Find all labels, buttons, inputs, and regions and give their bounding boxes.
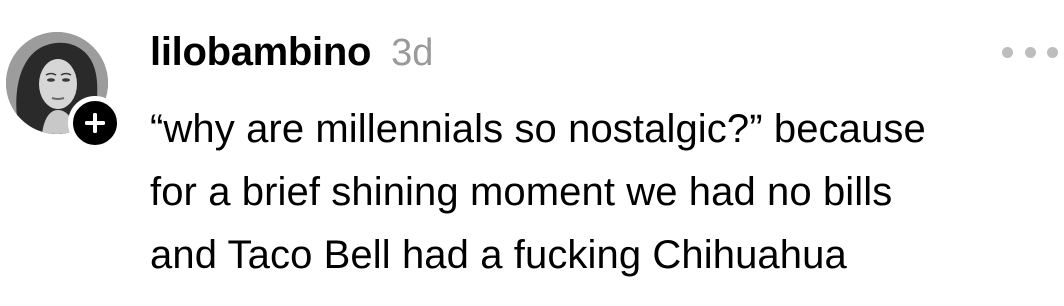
comment-post: lilobambino 3d “why are millennials so n… xyxy=(0,0,1064,306)
comment-line: for a brief shining moment we had no bil… xyxy=(150,170,893,214)
ellipsis-icon-dot-1 xyxy=(1002,46,1013,58)
comment-header: lilobambino 3d xyxy=(150,30,433,80)
username-link[interactable]: lilobambino xyxy=(150,30,371,75)
plus-icon xyxy=(85,113,105,133)
ellipsis-icon-dot-3 xyxy=(1047,46,1058,58)
comment-line: “why are millennials so nostalgic?” beca… xyxy=(150,107,926,151)
follow-button[interactable] xyxy=(68,96,122,150)
more-options-button[interactable] xyxy=(1002,40,1058,64)
comment-line: and Taco Bell had a fucking Chihuahua xyxy=(150,233,847,277)
comment-body: “why are millennials so nostalgic?” beca… xyxy=(150,98,1055,287)
ellipsis-icon-dot-2 xyxy=(1024,46,1036,58)
avatar-container[interactable] xyxy=(6,32,122,150)
timestamp: 3d xyxy=(391,32,434,74)
